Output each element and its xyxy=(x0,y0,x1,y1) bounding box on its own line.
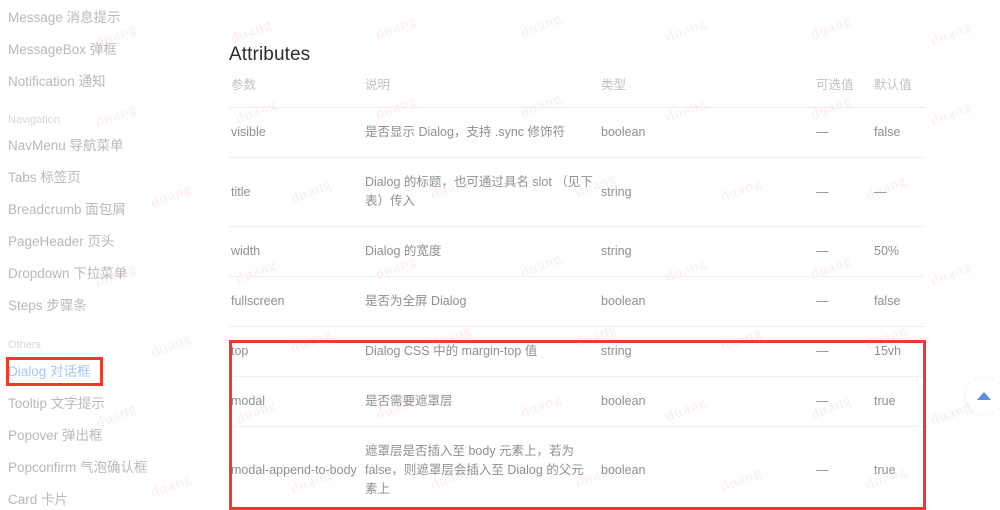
cell-desc: Dialog CSS 中的 margin-top 值 xyxy=(365,326,601,377)
cell-type: boolean xyxy=(601,426,816,510)
cell-desc: Dialog 的宽度 xyxy=(365,226,601,277)
cell-default: — xyxy=(874,157,925,227)
table-row: top Dialog CSS 中的 margin-top 值 string —15vh xyxy=(228,326,925,377)
column-header-desc: 说明 xyxy=(365,68,601,108)
cell-options: — xyxy=(816,426,874,510)
sidebar-item-notification[interactable]: Notification 通知 xyxy=(8,74,106,90)
cell-type: boolean xyxy=(601,376,816,427)
cell-options: — xyxy=(816,376,874,427)
sidebar-item-tooltip[interactable]: Tooltip 文字提示 xyxy=(8,396,105,412)
sidebar-item-navmenu[interactable]: NavMenu 导航菜单 xyxy=(8,138,124,154)
back-to-top-button[interactable] xyxy=(966,378,1000,414)
cell-default: false xyxy=(874,276,925,327)
cell-options: — xyxy=(816,326,874,377)
sidebar-item-card[interactable]: Card 卡片 xyxy=(8,492,68,508)
sidebar-item-pageheader[interactable]: PageHeader 页头 xyxy=(8,234,115,250)
cell-param: top xyxy=(228,326,365,377)
cell-type: string xyxy=(601,226,816,277)
column-header-default: 默认值 xyxy=(874,68,925,108)
cell-param: title xyxy=(228,157,365,227)
cell-param: visible xyxy=(228,107,365,158)
sidebar-item-message[interactable]: Message 消息提示 xyxy=(8,10,121,26)
sidebar-dialog-highlight-box xyxy=(6,357,103,386)
sidebar-group-label: Others xyxy=(8,339,42,351)
column-header-type: 类型 xyxy=(601,68,816,108)
sidebar-item-messagebox[interactable]: MessageBox 弹框 xyxy=(8,42,117,58)
cell-options: — xyxy=(816,276,874,327)
cell-desc: 是否需要遮罩层 xyxy=(365,376,601,427)
sidebar-item-popconfirm[interactable]: Popconfirm 气泡确认框 xyxy=(8,460,148,476)
cell-param: fullscreen xyxy=(228,276,365,327)
cell-default: true xyxy=(874,376,925,427)
cell-param: width xyxy=(228,226,365,277)
cell-param: modal xyxy=(228,376,365,427)
sidebar-item-popover[interactable]: Popover 弹出框 xyxy=(8,428,103,444)
cell-type: boolean xyxy=(601,107,816,158)
cell-param: modal-append-to-body xyxy=(228,426,365,510)
caret-up-icon xyxy=(977,392,991,400)
sidebar-nav: Message 消息提示 MessageBox 弹框 Notification 通知… xyxy=(0,0,216,510)
table-body: visible 是否显示 Dialog，支持 .sync 修饰符 boolean — f… xyxy=(228,107,925,510)
cell-desc: 是否显示 Dialog，支持 .sync 修饰符 xyxy=(365,107,601,158)
cell-type: string xyxy=(601,326,816,377)
cell-options: — xyxy=(816,107,874,158)
cell-desc: 遮罩层是否插入至 body 元素上，若为 false，则遮罩层会插入至 Dial… xyxy=(365,426,601,510)
cell-type: boolean xyxy=(601,276,816,327)
sidebar-item-tabs[interactable]: Tabs 标签页 xyxy=(8,170,81,186)
cell-default: 50% xyxy=(874,226,925,277)
page-title: Attributes xyxy=(229,43,311,65)
table-row: modal 是否需要遮罩层 boolean — true xyxy=(228,376,925,427)
table-head: 参数 说明 类型 可选值 默认值 xyxy=(228,68,925,108)
column-header-options: 可选值 xyxy=(816,68,874,108)
cell-default: false xyxy=(874,107,925,158)
column-header-param: 参数 xyxy=(228,68,365,108)
table-header-row: 参数 说明 类型 可选值 默认值 xyxy=(228,68,925,108)
table-row: modal-append-to-body 遮罩层是否插入至 body 元素上，若为… xyxy=(228,426,925,510)
cell-options: — xyxy=(816,226,874,277)
cell-default: true xyxy=(874,426,925,510)
cell-desc: 是否为全屏 Dialog xyxy=(365,276,601,327)
table-row: visible 是否显示 Dialog，支持 .sync 修饰符 boolean — f… xyxy=(228,107,925,158)
sidebar-item-breadcrumb[interactable]: Breadcrumb 面包屑 xyxy=(8,202,126,218)
cell-desc: Dialog 的标题，也可通过具名 slot （见下表）传入 xyxy=(365,157,601,227)
table-row: title Dialog 的标题，也可通过具名 slot （见下表）传入 strin… xyxy=(228,157,925,227)
main-content: Attributes 参数 说明 类型 可选值 默认值 visible 是否显示 … xyxy=(228,0,1000,510)
cell-default: 15vh xyxy=(874,326,925,377)
table-row: width Dialog 的宽度 string —50% xyxy=(228,226,925,277)
documentation-page: duang duang duang duang duang duang duang duang… xyxy=(0,0,1000,510)
table-row: fullscreen 是否为全屏 Dialog boolean — false xyxy=(228,276,925,327)
attributes-table: 参数 说明 类型 可选值 默认值 visible 是否显示 Dialog，支持 .… xyxy=(228,68,925,510)
sidebar-item-steps[interactable]: Steps 步骤条 xyxy=(8,298,87,314)
sidebar-item-dropdown[interactable]: Dropdown 下拉菜单 xyxy=(8,266,127,282)
cell-options: — xyxy=(816,157,874,227)
sidebar-group-label: Navigation xyxy=(8,114,60,126)
cell-type: string xyxy=(601,157,816,227)
